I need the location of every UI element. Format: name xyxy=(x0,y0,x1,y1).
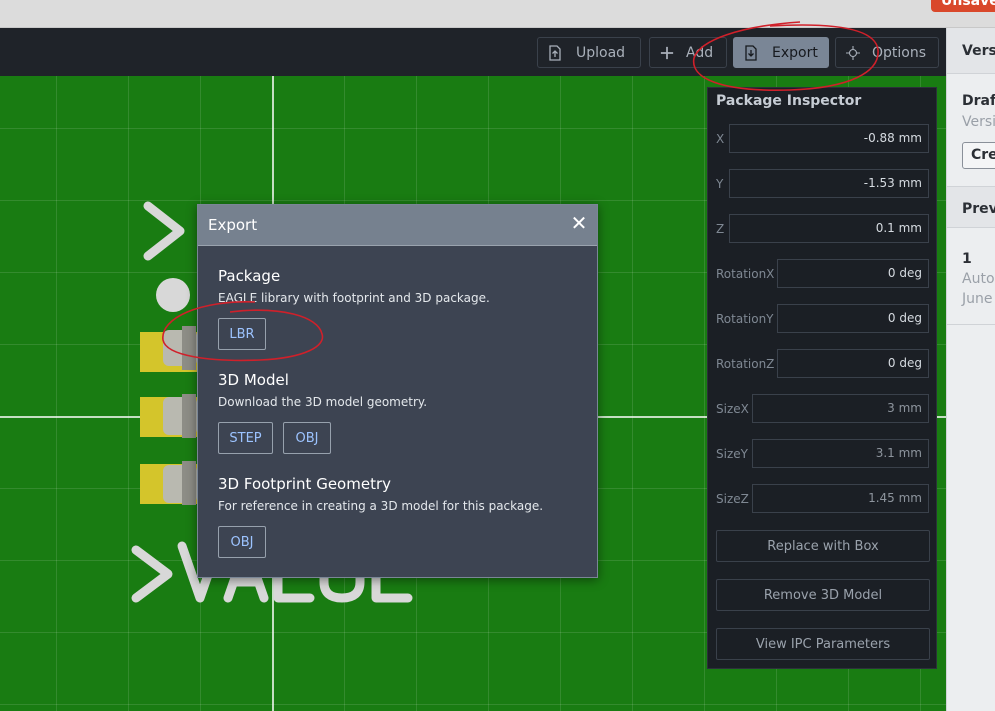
package-section-title: Package xyxy=(218,267,281,285)
versions-tab[interactable]: Versions xyxy=(962,43,995,59)
package-body xyxy=(182,461,196,505)
window-top-bar: Unsaved xyxy=(0,0,995,28)
create-version-button[interactable]: Create xyxy=(962,142,995,169)
version-date: June xyxy=(962,291,993,307)
create-version-label: Create xyxy=(971,147,995,163)
field-rotationz-label: RotationZ xyxy=(716,357,775,371)
upload-label: Upload xyxy=(576,44,626,61)
draft-subtitle: Version xyxy=(962,114,995,130)
silkscreen-name-chevron xyxy=(143,201,185,261)
export-button[interactable]: Export xyxy=(733,37,829,68)
export-dialog: Export ✕ Package EAGLE library with foot… xyxy=(197,204,598,578)
versions-panel: Versions Draft Version Create Previous 1… xyxy=(946,28,995,711)
package-body xyxy=(182,394,196,438)
export-lbr-button[interactable]: LBR xyxy=(218,318,266,350)
replace-with-box-button[interactable]: Replace with Box xyxy=(716,530,930,562)
field-rotationz-input[interactable]: 0 deg xyxy=(777,349,929,378)
field-rotationx-row: RotationX xyxy=(716,259,774,289)
crosshair-icon xyxy=(846,45,860,61)
field-rotationz-row: RotationZ xyxy=(716,349,774,379)
field-sizez-label: SizeZ xyxy=(716,492,749,506)
field-sizey-label: SizeY xyxy=(716,447,748,461)
field-x-row: X xyxy=(716,124,724,154)
inspector-title: Package Inspector xyxy=(716,93,862,109)
field-y-input[interactable]: -1.53 mm xyxy=(729,169,929,198)
draft-title: Draft xyxy=(962,93,995,109)
options-label: Options xyxy=(872,44,927,61)
toolbar: Upload Add Export Options xyxy=(0,28,946,76)
field-x-input[interactable]: -0.88 mm xyxy=(729,124,929,153)
add-label: Add xyxy=(686,44,714,61)
view-ipc-parameters-button[interactable]: View IPC Parameters xyxy=(716,628,930,660)
version-number: 1 xyxy=(962,251,972,267)
field-sizex-row: SizeX xyxy=(716,394,749,424)
field-sizey-input[interactable]: 3.1 mm xyxy=(752,439,929,468)
field-rotationx-input[interactable]: 0 deg xyxy=(777,259,929,288)
plus-icon xyxy=(660,45,674,61)
field-y-row: Y xyxy=(716,169,723,199)
footprint-section-description: For reference in creating a 3D model for… xyxy=(218,499,544,513)
upload-icon xyxy=(548,44,562,61)
options-button[interactable]: Options xyxy=(835,37,939,68)
close-icon[interactable]: ✕ xyxy=(570,213,588,233)
field-rotationy-label: RotationY xyxy=(716,312,774,326)
field-sizex-input[interactable]: 3 mm xyxy=(752,394,929,423)
field-sizex-label: SizeX xyxy=(716,402,749,416)
field-y-label: Y xyxy=(716,177,724,191)
package-inspector: Package Inspector X -0.88 mm Y -1.53 mm … xyxy=(707,87,937,669)
export-dialog-title: Export xyxy=(208,216,258,234)
pin1-marker xyxy=(156,278,190,312)
field-z-row: Z xyxy=(716,214,724,244)
model3d-section-description: Download the 3D model geometry. xyxy=(218,395,428,409)
field-rotationy-input[interactable]: 0 deg xyxy=(777,304,929,333)
field-sizez-row: SizeZ xyxy=(716,484,749,514)
field-rotationy-row: RotationY xyxy=(716,304,774,334)
version-author: Auto xyxy=(962,271,995,287)
add-button[interactable]: Add xyxy=(649,37,727,68)
export-model-obj-button[interactable]: OBJ xyxy=(283,422,331,454)
export-file-icon xyxy=(744,44,758,61)
model3d-section-title: 3D Model xyxy=(218,371,289,389)
remove-3d-model-button[interactable]: Remove 3D Model xyxy=(716,579,930,611)
unsaved-badge: Unsaved xyxy=(931,0,995,12)
package-section-description: EAGLE library with footprint and 3D pack… xyxy=(218,291,490,305)
export-label: Export xyxy=(772,44,818,61)
upload-button[interactable]: Upload xyxy=(537,37,641,68)
silkscreen-value-chevron xyxy=(131,545,173,603)
field-sizez-input[interactable]: 1.45 mm xyxy=(752,484,929,513)
field-sizey-row: SizeY xyxy=(716,439,748,469)
field-rotationx-label: RotationX xyxy=(716,267,775,281)
field-z-input[interactable]: 0.1 mm xyxy=(729,214,929,243)
package-body xyxy=(182,326,196,370)
export-step-button[interactable]: STEP xyxy=(218,422,273,454)
export-dialog-header: Export ✕ xyxy=(198,205,597,246)
footprint-section-title: 3D Footprint Geometry xyxy=(218,475,391,493)
previous-versions-header: Previous xyxy=(962,201,995,217)
field-x-label: X xyxy=(716,132,725,146)
export-footprint-obj-button[interactable]: OBJ xyxy=(218,526,266,558)
field-z-label: Z xyxy=(716,222,725,236)
